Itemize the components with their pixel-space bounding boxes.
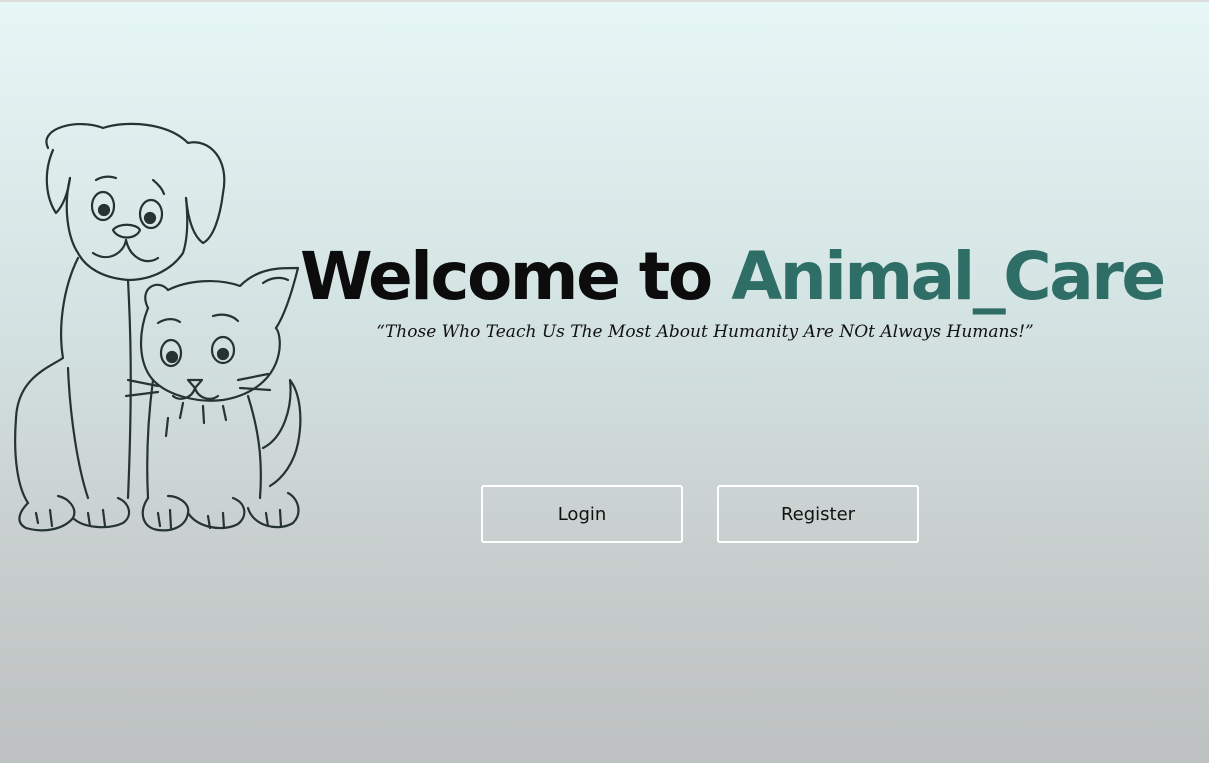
register-button[interactable]: Register <box>717 485 919 543</box>
brand-name: Animal_Care <box>731 238 1166 315</box>
login-button[interactable]: Login <box>481 485 683 543</box>
page-title: Welcome to Animal_Care <box>300 232 1166 322</box>
tagline: “Those Who Teach Us The Most About Human… <box>376 322 1034 342</box>
title-prefix: Welcome to <box>300 238 732 315</box>
top-border <box>0 0 1209 2</box>
puppy-kitten-illustration <box>8 118 308 548</box>
